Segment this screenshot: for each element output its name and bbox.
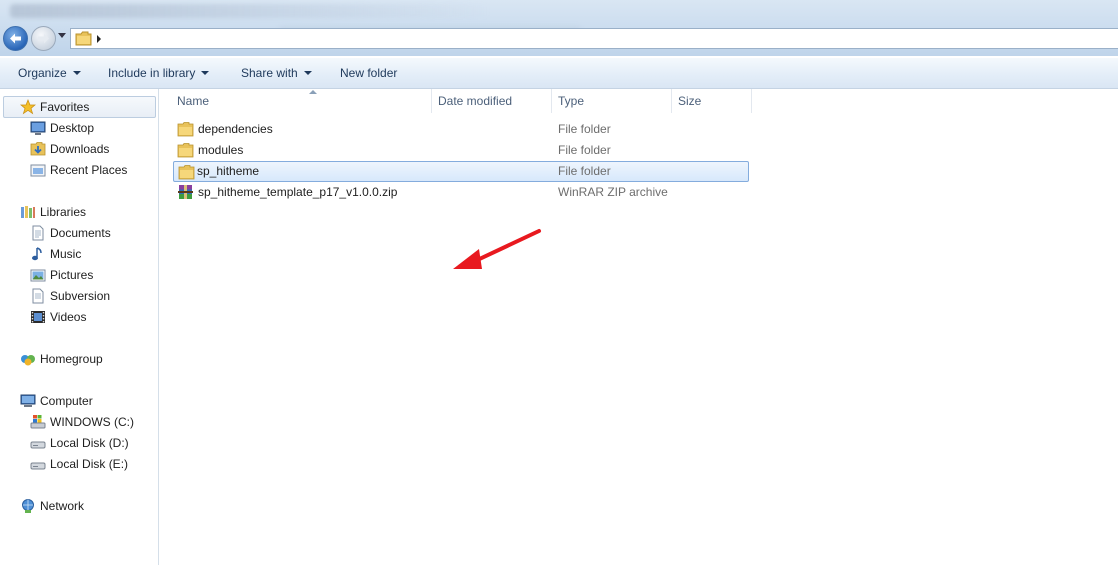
folder-icon [177, 143, 194, 158]
sidebar-item-label: Local Disk (E:) [50, 457, 129, 471]
sidebar-item-label: Network [40, 499, 85, 513]
column-header-date-modified[interactable]: Date modified [432, 89, 552, 113]
sidebar-item-label: Pictures [50, 268, 94, 282]
share-with-label: Share with [241, 66, 298, 80]
column-header-size[interactable]: Size [672, 89, 752, 113]
new-folder-button[interactable]: New folder [340, 66, 397, 80]
file-type: WinRAR ZIP archive [558, 185, 668, 199]
forward-arrow-icon [38, 33, 49, 44]
music-icon [32, 247, 42, 261]
column-header-type[interactable]: Type [552, 89, 672, 113]
file-name: sp_hitheme [197, 164, 260, 178]
sidebar-item-label: Downloads [50, 142, 110, 156]
column-header-name[interactable]: Name [171, 89, 432, 113]
sidebar-item-label: Homegroup [40, 352, 103, 366]
folder-icon [178, 165, 195, 180]
videos-icon [31, 311, 45, 323]
chevron-down-icon [72, 71, 81, 75]
folder-icon [177, 122, 194, 137]
include-in-library-button[interactable]: Include in library [108, 66, 210, 80]
file-row-sp-hitheme-template-zip[interactable]: sp_hitheme_template_p17_v1.0.0.zip WinRA… [173, 182, 749, 203]
recent-pages-dropdown[interactable] [58, 33, 66, 38]
sidebar-item-label: Favorites [40, 100, 90, 114]
file-row-sp-hitheme[interactable]: sp_hitheme File folder [173, 161, 749, 182]
sidebar-item-label: Music [50, 247, 82, 261]
subversion-icon [32, 288, 44, 304]
sidebar-item-label: Videos [50, 310, 87, 324]
sidebar-item-label: Libraries [40, 205, 87, 219]
file-name: dependencies [198, 122, 273, 136]
share-with-button[interactable]: Share with [241, 66, 312, 80]
sidebar-item-label: Recent Places [50, 163, 128, 177]
folder-icon [75, 31, 92, 46]
downloads-folder-icon [30, 142, 46, 156]
file-list-pane[interactable]: Name Date modified Type Size dependencie… [159, 89, 1118, 565]
file-type: File folder [558, 122, 611, 136]
windows-drive-icon [30, 415, 46, 429]
command-toolbar: Organize Include in library Share with N… [0, 58, 1118, 89]
file-row-modules[interactable]: modules File folder [173, 140, 749, 161]
disk-drive-icon [30, 441, 46, 449]
documents-icon [32, 225, 44, 241]
disk-drive-icon [30, 462, 46, 470]
file-type: File folder [558, 143, 611, 157]
libraries-icon [21, 206, 35, 218]
new-folder-label: New folder [340, 66, 398, 80]
file-name: modules [198, 143, 244, 157]
desktop-icon [30, 121, 46, 135]
column-header-label: Name [177, 94, 210, 108]
pictures-icon [30, 269, 46, 282]
sidebar-item-label: Subversion [50, 289, 111, 303]
address-bar[interactable] [70, 28, 1118, 49]
red-arrow-annotation [453, 229, 541, 269]
back-arrow-icon [10, 33, 21, 44]
sidebar-item-label: Documents [50, 226, 111, 240]
recent-places-icon [30, 164, 46, 177]
file-name: sp_hitheme_template_p17_v1.0.0.zip [198, 185, 398, 199]
include-in-library-label: Include in library [108, 66, 196, 80]
sidebar-item-label: Desktop [50, 121, 95, 135]
file-row-dependencies[interactable]: dependencies File folder [173, 119, 749, 140]
breadcrumb-chevron-icon[interactable] [97, 35, 101, 43]
network-icon [22, 499, 34, 513]
navigation-pane[interactable]: Favorites Desktop Downloads Recent Place… [0, 89, 159, 565]
sort-ascending-icon [309, 90, 317, 94]
back-button[interactable] [3, 26, 28, 51]
star-icon [20, 99, 36, 115]
column-header-label: Type [558, 94, 585, 108]
homegroup-icon [21, 355, 35, 366]
sidebar-item-label: WINDOWS (C:) [50, 415, 134, 429]
chevron-down-icon [201, 71, 210, 75]
computer-icon [20, 394, 36, 407]
sidebar-item-label: Computer [40, 394, 93, 408]
window-titlebar [0, 0, 1118, 56]
organize-label: Organize [18, 66, 67, 80]
winrar-archive-icon [178, 185, 193, 199]
file-type: File folder [558, 164, 611, 178]
sidebar-item-label: Local Disk (D:) [50, 436, 129, 450]
column-header-label: Size [678, 94, 702, 108]
organize-button[interactable]: Organize [18, 66, 81, 80]
forward-button[interactable] [31, 26, 56, 51]
blurred-window-title [10, 4, 490, 18]
column-header-label: Date modified [438, 94, 513, 108]
chevron-down-icon [303, 71, 312, 75]
